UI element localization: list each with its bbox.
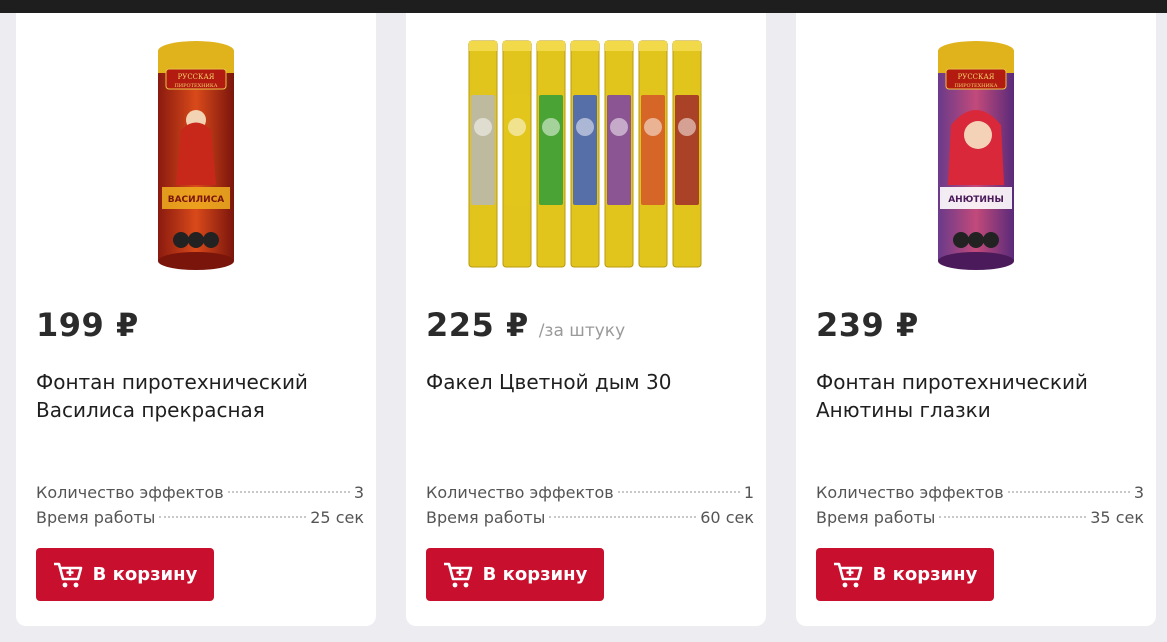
top-bar: [0, 0, 1167, 13]
spec-label: Количество эффектов: [426, 483, 614, 502]
add-to-cart-button[interactable]: В корзину: [816, 548, 994, 601]
product-card[interactable]: РУССКАЯ ПИРОТЕХНИКА ВАСИЛИСА 199 ₽ Фонта…: [16, 13, 376, 626]
product-title-line[interactable]: Фонтан пиротехнический: [816, 368, 1136, 396]
spec-row: Количество эффектов 3: [36, 480, 364, 505]
add-to-cart-button[interactable]: В корзину: [36, 548, 214, 601]
product-image[interactable]: РУССКАЯ ПИРОТЕХНИКА ВАСИЛИСА: [36, 27, 356, 283]
spec-leader: [617, 491, 740, 493]
svg-text:ПИРОТЕХНИКА: ПИРОТЕХНИКА: [174, 83, 217, 89]
spec-value: 3: [353, 483, 364, 502]
spec-leader: [227, 491, 350, 493]
specs-list: Количество эффектов 1 Время работы 60 се…: [426, 480, 754, 530]
specs-list: Количество эффектов 3 Время работы 35 се…: [816, 480, 1144, 530]
cart-icon: [443, 562, 472, 587]
spec-row: Время работы 35 сек: [816, 505, 1144, 530]
add-to-cart-label: В корзину: [92, 564, 198, 585]
spec-leader: [549, 516, 697, 518]
product-image[interactable]: [426, 27, 746, 283]
spec-value: 3: [1133, 483, 1144, 502]
spec-label: Время работы: [36, 508, 156, 527]
spec-label: Время работы: [426, 508, 546, 527]
spec-value: 60 сек: [700, 508, 754, 527]
add-to-cart-label: В корзину: [482, 564, 588, 585]
add-to-cart-label: В корзину: [872, 564, 978, 585]
spec-value: 25 сек: [310, 508, 364, 527]
spec-value: 1: [743, 483, 754, 502]
product-title-line[interactable]: Факел Цветной дым 30: [426, 368, 746, 396]
product-title-line[interactable]: Анютины глазки: [816, 396, 1136, 424]
product-title[interactable]: Фонтан пиротехнический Василиса прекрасн…: [36, 368, 356, 424]
cart-icon: [53, 562, 82, 587]
price: 239 ₽: [816, 306, 919, 344]
svg-text:ПИРОТЕХНИКА: ПИРОТЕХНИКА: [954, 83, 997, 89]
spec-label: Количество эффектов: [816, 483, 1004, 502]
price-unit: /за штуку: [538, 321, 626, 341]
spec-label: Время работы: [816, 508, 936, 527]
product-card[interactable]: РУССКАЯ ПИРОТЕХНИКА АНЮТИНЫ 239 ₽ Фонтан…: [796, 13, 1156, 626]
spec-row: Количество эффектов 1: [426, 480, 754, 505]
product-title[interactable]: Фонтан пиротехнический Анютины глазки: [816, 368, 1136, 424]
spec-leader: [1007, 491, 1130, 493]
specs-list: Количество эффектов 3 Время работы 25 се…: [36, 480, 364, 530]
add-to-cart-button[interactable]: В корзину: [426, 548, 604, 601]
product-card[interactable]: 225 ₽ /за штуку Факел Цветной дым 30 Кол…: [406, 13, 766, 626]
svg-text:РУССКАЯ: РУССКАЯ: [958, 73, 995, 81]
spec-value: 35 сек: [1090, 508, 1144, 527]
spec-leader: [159, 516, 307, 518]
spec-label: Количество эффектов: [36, 483, 224, 502]
spec-row: Количество эффектов 3: [816, 480, 1144, 505]
spec-row: Время работы 25 сек: [36, 505, 364, 530]
svg-text:АНЮТИНЫ: АНЮТИНЫ: [948, 195, 1004, 205]
product-title[interactable]: Факел Цветной дым 30: [426, 368, 746, 396]
product-title-line[interactable]: Фонтан пиротехнический: [36, 368, 356, 396]
spec-leader: [939, 516, 1087, 518]
svg-text:РУССКАЯ: РУССКАЯ: [178, 73, 215, 81]
svg-text:ВАСИЛИСА: ВАСИЛИСА: [168, 195, 225, 205]
price: 225 ₽: [426, 306, 529, 344]
spec-row: Время работы 60 сек: [426, 505, 754, 530]
cart-icon: [833, 562, 862, 587]
product-image[interactable]: РУССКАЯ ПИРОТЕХНИКА АНЮТИНЫ: [816, 27, 1136, 283]
price: 199 ₽: [36, 306, 139, 344]
product-title-line[interactable]: Василиса прекрасная: [36, 396, 356, 424]
